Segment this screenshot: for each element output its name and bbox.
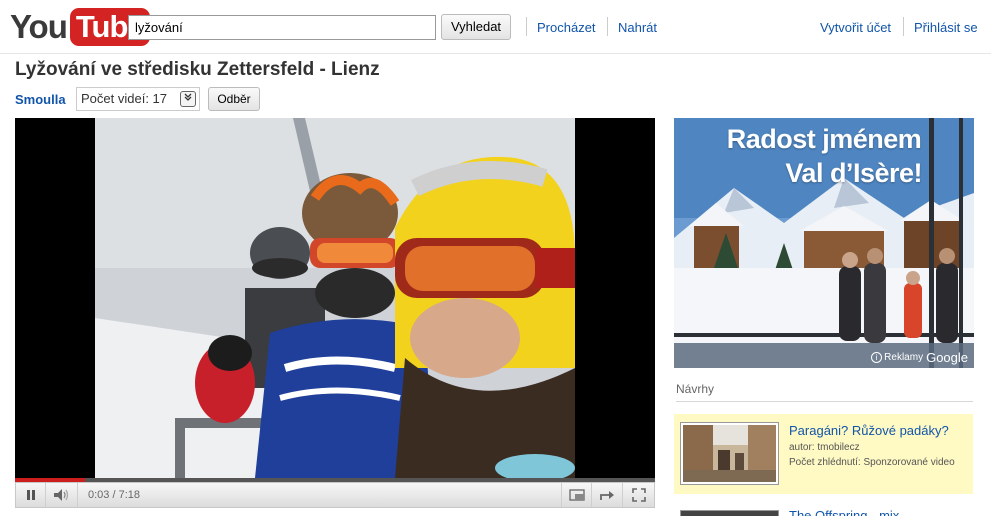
suggestion-author: autor: tmobilecz bbox=[789, 442, 860, 453]
ad-image bbox=[674, 118, 974, 368]
logo-you-text: You bbox=[10, 8, 68, 45]
suggestion-title-link[interactable]: Paragáni? Růžové padáky? bbox=[789, 423, 949, 438]
masthead: You Tube Vyhledat Procházet Nahrát Vytvo… bbox=[0, 0, 991, 54]
suggestion-item-sponsored[interactable]: Paragáni? Růžové padáky? autor: tmobilec… bbox=[674, 414, 973, 494]
search-button[interactable]: Vyhledat bbox=[441, 14, 511, 40]
suggestions-heading: Návrhy bbox=[676, 382, 715, 396]
ad-footer-brand: Google bbox=[926, 350, 968, 365]
video-count-dropdown[interactable]: Počet videí: 17 bbox=[76, 87, 200, 111]
channel-link[interactable]: Smoulla bbox=[15, 92, 66, 107]
time-current: 0:03 bbox=[88, 489, 110, 501]
nav-browse-link[interactable]: Procházet bbox=[537, 20, 596, 35]
video-frame bbox=[95, 118, 575, 478]
suggestions-divider bbox=[676, 401, 973, 402]
video-still-image bbox=[95, 118, 575, 478]
ad-footer-label: Reklamy bbox=[884, 352, 924, 363]
ad-headline-line2: Val d’Isère! bbox=[785, 158, 922, 188]
fullscreen-icon[interactable] bbox=[623, 483, 654, 507]
nav-separator bbox=[526, 17, 527, 36]
video-title: Lyžování ve středisku Zettersfeld - Lien… bbox=[15, 59, 380, 80]
time-display: 0:03 / 7:18 bbox=[88, 489, 140, 501]
ad-headline-line1: Radost jménem bbox=[726, 124, 922, 154]
share-icon[interactable] bbox=[592, 483, 623, 507]
player-controls: 0:03 / 7:18 bbox=[15, 482, 655, 508]
ad-info-icon[interactable]: i bbox=[871, 352, 883, 363]
suggestion-thumbnail-image bbox=[683, 425, 776, 482]
create-account-link[interactable]: Vytvořit účet bbox=[820, 20, 891, 35]
ad-footer[interactable]: i Reklamy Google bbox=[871, 350, 968, 365]
suggestion-thumbnail[interactable] bbox=[680, 510, 779, 516]
suggestion-title-link[interactable]: The Offspring - mix bbox=[789, 508, 899, 516]
pause-icon[interactable] bbox=[16, 483, 46, 507]
video-player[interactable] bbox=[15, 118, 655, 478]
subscribe-button[interactable]: Odběr bbox=[208, 87, 260, 111]
advertisement-banner[interactable]: Radost jménem Val d’Isère! i Reklamy Goo… bbox=[674, 118, 974, 368]
chevron-down-icon[interactable] bbox=[180, 91, 196, 107]
suggestion-item[interactable]: The Offspring - mix bbox=[674, 506, 973, 516]
volume-icon[interactable] bbox=[46, 483, 78, 507]
nav-separator bbox=[903, 17, 904, 36]
time-total: 7:18 bbox=[118, 489, 141, 501]
video-count-label: Počet videí: 17 bbox=[81, 91, 167, 106]
nav-upload-link[interactable]: Nahrát bbox=[618, 20, 657, 35]
suggestion-views: Počet zhlédnutí: Sponzorované video bbox=[789, 457, 955, 468]
sign-in-link[interactable]: Přihlásit se bbox=[914, 20, 978, 35]
popout-icon[interactable] bbox=[561, 483, 592, 507]
search-input[interactable] bbox=[128, 15, 436, 40]
nav-separator bbox=[607, 17, 608, 36]
suggestion-thumbnail[interactable] bbox=[680, 422, 779, 485]
